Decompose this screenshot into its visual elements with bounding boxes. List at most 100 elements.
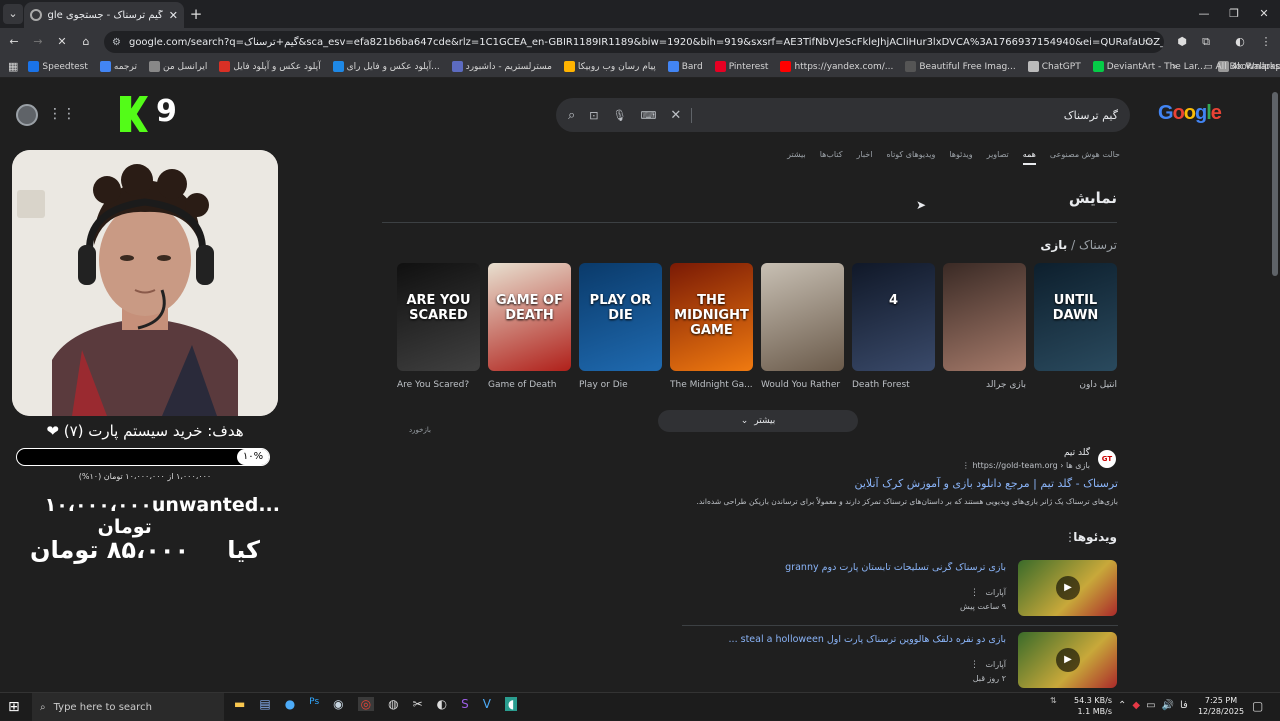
bookmark-item[interactable]: ترجمه [99,61,137,72]
game-cover-label[interactable]: Play or Die [579,380,669,390]
google-logo[interactable]: Google [1158,102,1222,125]
notepad-icon[interactable]: ▤ [259,697,270,711]
steam-icon[interactable]: ◉ [333,697,343,711]
obs-icon[interactable]: ◍ [388,697,398,711]
search-icon[interactable]: ⌕ [568,108,575,123]
chrome-icon[interactable]: ◎ [357,697,375,711]
all-bookmarks-button[interactable]: ▭ All Bookmarks [1204,62,1280,72]
bookmarks-overflow-icon[interactable]: » [1172,62,1178,72]
bookmark-item[interactable]: Bard [667,61,703,72]
close-window-button[interactable]: ✕ [1254,4,1274,24]
notifications-icon[interactable]: ▢ [1252,699,1263,713]
clock[interactable]: 7:25 PM 12/28/2025 [1196,695,1246,717]
bookmark-item[interactable]: Beautiful Free Imag... [905,61,1016,72]
bookmark-item[interactable]: مسترلستریم - داشبورد [451,61,552,72]
recorder-icon[interactable]: ◐ [437,697,447,711]
game-cover-label[interactable]: Game of Death [488,380,578,390]
page-scrollbar[interactable] [1272,92,1278,276]
app-headset-icon[interactable]: ◖ [504,697,518,711]
video-title-link[interactable]: بازی ترسناک گرنی تسلیحات تابستان پارت دو… [690,562,1006,573]
apps-icon[interactable]: ▦ [8,60,18,73]
stop-icon[interactable]: ✕ [52,32,72,52]
windows-start-icon[interactable]: ⊞ [8,699,20,715]
network-icon[interactable]: ▭ [1146,700,1155,711]
account-avatar[interactable] [16,104,38,126]
game-cover-image[interactable] [943,263,1026,371]
game-cover-label[interactable]: بازی جرالد [943,380,1026,390]
filter-tab[interactable]: تصاویر [987,150,1009,165]
menu-icon[interactable]: ⋮ [1256,32,1276,52]
game-cover-image[interactable]: THE MIDNIGHT GAME [670,263,753,371]
profile-icon[interactable]: ◐ [1230,32,1250,52]
tab-active[interactable]: گیم ترسناک - جستجوی Google ✕ [24,2,184,28]
video-menu-icon[interactable]: ⋮ [970,660,979,670]
result-url[interactable]: ⋮ https://gold-team.org › بازی ها [880,461,1090,470]
game-cover-label[interactable]: Would You Rather [761,380,851,390]
filter-tab[interactable]: بیشتر [787,150,806,165]
video-title-link[interactable]: بازی دو نفره دلقک هالووین ترسناک پارت او… [690,634,1006,645]
home-icon[interactable]: ⌂ [76,32,96,52]
filter-tab[interactable]: ویدیوهای کوتاه [886,150,935,165]
tray-chevron-icon[interactable]: ⌃ [1118,700,1126,711]
game-cover-label[interactable]: Are You Scared? [397,380,487,390]
game-cover-image[interactable]: ARE YOU SCARED [397,263,480,371]
app-v-icon[interactable]: V [483,697,491,711]
bookmark-item[interactable]: آپلود عکس و فایل رای... [332,61,440,72]
tab-search-button[interactable]: ⌄ [3,4,23,24]
maximize-button[interactable]: ❐ [1224,4,1244,24]
shield-extension-icon[interactable]: ⬢ [1172,32,1192,52]
bookmark-star-icon[interactable]: ☆ [1138,32,1158,52]
subtitle-prefix[interactable]: ترسناک [1079,238,1117,252]
video-menu-icon[interactable]: ⋮ [970,588,979,598]
search-input[interactable]: گیم ترسناک [706,109,1118,122]
result-site-name[interactable]: گلد تیم [900,448,1090,458]
address-bar[interactable]: ⚙ google.com/search?q=گیم+ترسناک&sca_esv… [104,31,1164,53]
result-title-link[interactable]: ترسناک - گلد تیم | مرجع دانلود بازی و آم… [700,477,1119,490]
bookmark-item[interactable]: پیام رسان وب روبیکا [563,61,656,72]
filter-tab[interactable]: حالت هوش مصنوعی [1050,150,1120,165]
feedback-link[interactable]: بازخورد [409,426,431,434]
volume-icon[interactable]: 🔊 [1162,700,1174,711]
clear-search-icon[interactable]: ✕ [670,107,693,123]
site-info-icon[interactable]: ⚙ [112,37,121,48]
app-s-icon[interactable]: S [461,697,469,711]
video-thumbnail[interactable]: ▶ [1018,560,1117,616]
show-more-button[interactable]: ⌄ بیشتر [658,410,858,432]
google-apps-icon[interactable]: ⋮⋮ [48,106,76,122]
back-icon[interactable]: ← [4,32,24,52]
bookmark-item[interactable]: DeviantArt - The Lar... [1092,61,1206,72]
game-cover-image[interactable]: UNTIL DAWN [1034,263,1117,371]
lens-icon[interactable]: ⊡ [589,109,598,122]
game-cover-image[interactable]: PLAY OR DIE [579,263,662,371]
game-cover-label[interactable]: Death Forest [852,380,942,390]
extensions-icon[interactable]: ⧉ [1196,32,1216,52]
language-indicator[interactable]: فا [1180,700,1188,711]
game-cover-image[interactable]: GAME OF DEATH [488,263,571,371]
app-blue-icon[interactable]: ● [285,697,295,711]
forward-icon[interactable]: → [28,32,48,52]
capcut-icon[interactable]: ✂ [413,697,423,711]
filter-tab[interactable]: اخبار [857,150,873,165]
new-tab-button[interactable]: + [186,4,206,24]
bookmark-item[interactable]: ایرانسل من [148,61,207,72]
tray-app-icon[interactable]: ◆ [1132,700,1140,711]
bookmark-item[interactable]: https://yandex.com/... [780,61,893,72]
photoshop-icon[interactable]: Ps [309,697,319,711]
filter-tab[interactable]: ویدئوها [949,150,972,165]
game-cover-image[interactable]: 4 [852,263,935,371]
search-box[interactable]: ⌕ ⊡ 🎙 ⌨ ✕ گیم ترسناک [556,98,1130,132]
result-menu-icon[interactable]: ⋮ [962,461,973,470]
game-cover-label[interactable]: The Midnight Ga... [670,380,760,390]
filter-tab[interactable]: کتاب‌ها [820,150,843,165]
mic-icon[interactable]: 🎙 [613,109,627,122]
bookmark-item[interactable]: Pinterest [714,61,768,72]
filter-tab[interactable]: همه [1022,150,1036,165]
videos-menu-icon[interactable]: ⋮ [1064,530,1076,544]
minimize-button[interactable]: — [1194,4,1214,24]
bookmark-item[interactable]: ChatGPT [1027,61,1081,72]
bookmark-item[interactable]: Speedtest [28,61,88,72]
file-explorer-icon[interactable]: ▬ [234,697,245,711]
taskbar-search[interactable]: ⌕ Type here to search [32,693,224,721]
keyboard-icon[interactable]: ⌨ [640,109,656,122]
bookmark-item[interactable]: آپلود عکس و آپلود فایل [219,61,321,72]
